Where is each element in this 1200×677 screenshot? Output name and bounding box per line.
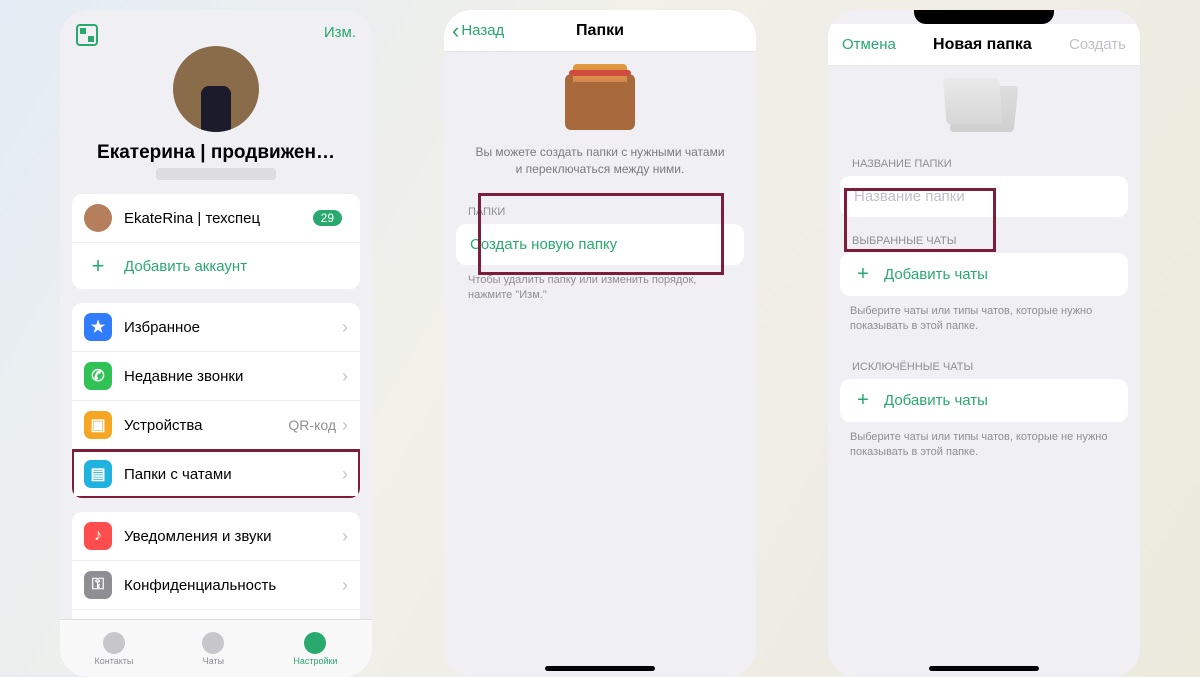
notifications-label: Уведомления и звуки [124, 528, 342, 545]
devices-icon: ▣ [84, 411, 112, 439]
back-button[interactable]: ‹ Назад [452, 20, 504, 42]
devices-hint: QR-код [288, 417, 336, 433]
footnote: Чтобы удалить папку или изменить порядок… [444, 265, 756, 312]
folder-name-input[interactable]: Название папки [840, 176, 1128, 217]
add-included-chats-row[interactable]: + Добавить чаты [840, 253, 1128, 296]
folders-card: Создать новую папку [456, 224, 744, 265]
section-label-folders: ПАПКИ [444, 188, 756, 224]
chevron-right-icon: › [342, 366, 348, 387]
excluded-footnote: Выберите чаты или типы чатов, которые не… [828, 422, 1140, 469]
chevron-right-icon: › [342, 464, 348, 485]
screen-title: Новая папка [933, 36, 1032, 54]
hero-description: Вы можете создать папки с нужными чатами… [474, 144, 726, 178]
qr-icon[interactable] [76, 24, 98, 46]
chevron-right-icon: › [342, 415, 348, 436]
included-footnote: Выберите чаты или типы чатов, которые ну… [828, 296, 1140, 343]
chats-icon [202, 632, 224, 654]
recent-calls-label: Недавние звонки [124, 368, 342, 385]
unread-badge: 29 [313, 210, 342, 226]
home-indicator [929, 666, 1039, 671]
tab-contacts[interactable]: Контакты [94, 632, 133, 666]
devices-label: Устройства [124, 417, 288, 434]
notch [914, 10, 1054, 24]
folders-list-screen: ‹ Назад Папки Вы можете создать папки с … [444, 10, 756, 677]
tab-settings[interactable]: Настройки [293, 632, 337, 666]
hero [828, 66, 1140, 140]
contacts-icon [103, 632, 125, 654]
tab-label: Чаты [203, 656, 224, 666]
chevron-right-icon: › [342, 317, 348, 338]
profile-username [156, 168, 276, 180]
section-included: ВЫБРАННЫЕ ЧАТЫ [828, 217, 1140, 253]
add-excluded-chats-row[interactable]: + Добавить чаты [840, 379, 1128, 422]
avatar-icon [84, 204, 112, 232]
add-chats-label: Добавить чаты [884, 266, 988, 283]
lock-icon: ⚿ [84, 571, 112, 599]
profile-name: Екатерина | продвижен… [74, 142, 358, 164]
phone-icon: ✆ [84, 362, 112, 390]
favorites-label: Избранное [124, 319, 342, 336]
create-button[interactable]: Создать [1069, 36, 1126, 53]
hero: Вы можете создать папки с нужными чатами… [444, 52, 756, 188]
favorites-row[interactable]: ★ Избранное › [72, 303, 360, 352]
header: ‹ Назад Папки [444, 10, 756, 52]
home-indicator [545, 666, 655, 671]
chevron-right-icon: › [342, 526, 348, 547]
settings-screen: Изм. Екатерина | продвижен… EkateRina | … [60, 10, 372, 677]
devices-row[interactable]: ▣ Устройства QR-код › [72, 401, 360, 450]
back-label: Назад [461, 22, 504, 39]
tab-bar: Контакты Чаты Настройки [60, 619, 372, 677]
accounts-card: EkateRina | техспец 29 + Добавить аккаун… [72, 194, 360, 289]
notifications-row[interactable]: ♪ Уведомления и звуки › [72, 512, 360, 561]
chevron-left-icon: ‹ [452, 20, 459, 42]
account-name: EkateRina | техспец [124, 210, 313, 227]
add-account-row[interactable]: + Добавить аккаунт [72, 243, 360, 289]
new-folder-screen: Отмена Новая папка Создать НАЗВАНИЕ ПАПК… [828, 10, 1140, 677]
tab-label: Настройки [293, 656, 337, 666]
screen-title: Папки [576, 22, 624, 40]
add-chats-label: Добавить чаты [884, 392, 988, 409]
section-name: НАЗВАНИЕ ПАПКИ [828, 140, 1140, 176]
chevron-right-icon: › [342, 575, 348, 596]
tab-label: Контакты [94, 656, 133, 666]
folder-icon: ▤ [84, 460, 112, 488]
folder-illustration-icon [565, 74, 635, 130]
account-row[interactable]: EkateRina | техспец 29 [72, 194, 360, 243]
section-excluded: ИСКЛЮЧЁННЫЕ ЧАТЫ [828, 343, 1140, 379]
privacy-label: Конфиденциальность [124, 577, 342, 594]
avatar[interactable] [173, 46, 259, 132]
plus-icon: + [852, 389, 874, 412]
chat-folders-row[interactable]: ▤ Папки с чатами › [72, 450, 360, 498]
create-folder-row[interactable]: Создать новую папку [456, 224, 744, 265]
plus-icon: + [852, 263, 874, 286]
bookmark-icon: ★ [84, 313, 112, 341]
settings-icon [304, 632, 326, 654]
privacy-row[interactable]: ⚿ Конфиденциальность › [72, 561, 360, 610]
tab-chats[interactable]: Чаты [202, 632, 224, 666]
open-folder-icon [950, 86, 1019, 132]
edit-button[interactable]: Изм. [324, 24, 356, 41]
recent-calls-row[interactable]: ✆ Недавние звонки › [72, 352, 360, 401]
add-account-label: Добавить аккаунт [124, 258, 247, 275]
cancel-button[interactable]: Отмена [842, 36, 896, 53]
header: Отмена Новая папка Создать [828, 24, 1140, 66]
bell-icon: ♪ [84, 522, 112, 550]
settings-group-1: ★ Избранное › ✆ Недавние звонки › ▣ Устр… [72, 303, 360, 498]
plus-icon: + [84, 253, 112, 279]
chat-folders-label: Папки с чатами [124, 466, 342, 483]
